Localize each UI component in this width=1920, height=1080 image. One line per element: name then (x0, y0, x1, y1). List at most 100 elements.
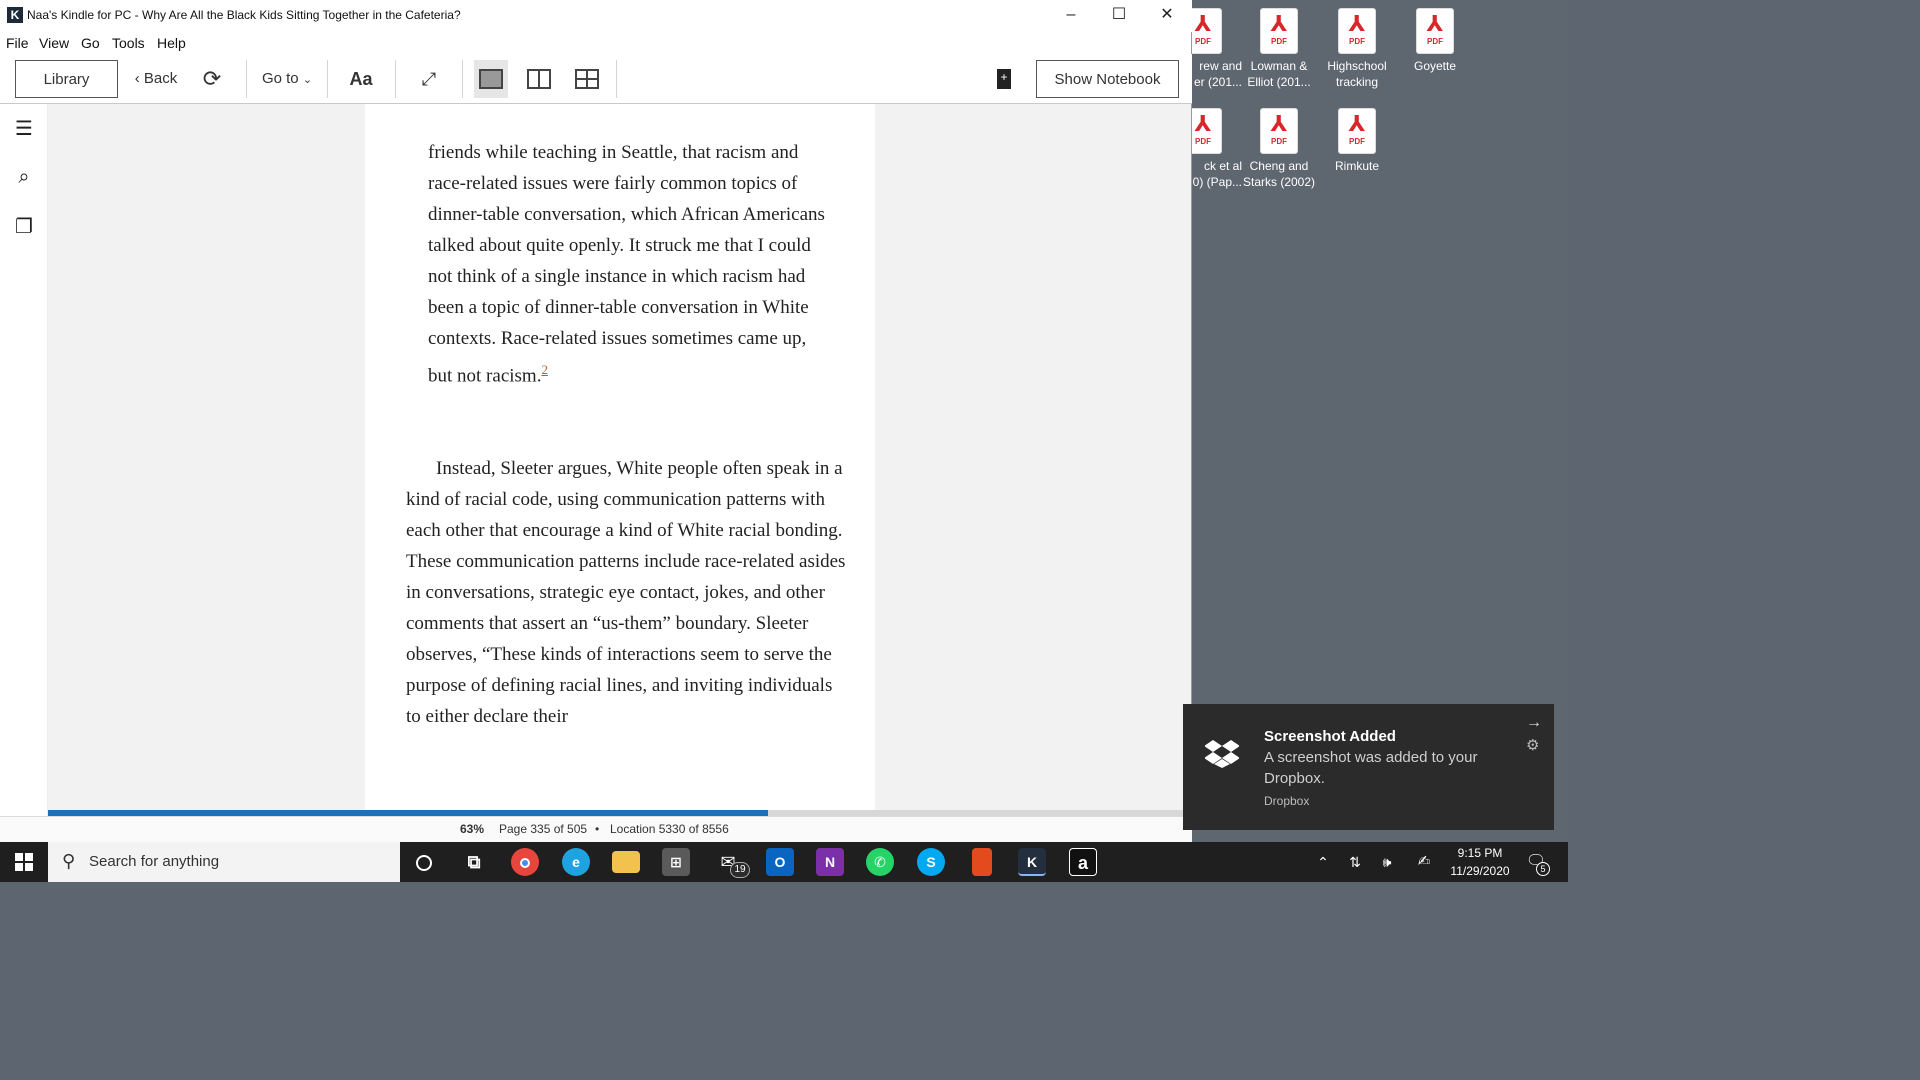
expand-icon: ⤢ (421, 69, 437, 89)
clock-date: 11/29/2020 (1450, 864, 1510, 878)
whatsapp-icon[interactable]: ✆ (866, 848, 894, 876)
office-icon[interactable] (972, 848, 992, 876)
single-column-icon (479, 69, 503, 90)
table-of-contents-icon[interactable]: ☰ (12, 117, 36, 141)
volume-icon[interactable]: 🕪 (1378, 842, 1396, 882)
action-center-icon[interactable]: 🗨 5 (1524, 842, 1550, 882)
pdf-file-icon[interactable]: ⅄ PDF Highschool tracking (1318, 0, 1396, 90)
paragraph-text: Instead, Sleeter argues, White people of… (406, 458, 846, 727)
microsoft-store-icon[interactable]: ⊞ (662, 848, 690, 876)
menu-tools[interactable]: Tools (112, 35, 145, 51)
menu-file[interactable]: File (6, 35, 29, 51)
two-column-icon (527, 69, 551, 90)
search-icon: ⚲ (62, 851, 76, 871)
file-name: Elliot (201... (1247, 75, 1311, 89)
file-explorer-icon[interactable] (612, 851, 640, 873)
back-label: Back (143, 70, 178, 87)
close-button[interactable]: ✕ (1144, 0, 1190, 32)
body-paragraph: Instead, Sleeter argues, White people of… (406, 453, 846, 732)
clock[interactable]: 9:15 PM 11/29/2020 (1444, 842, 1516, 882)
pdf-icon: ⅄ PDF (1338, 108, 1376, 154)
notification-count: 5 (1536, 862, 1550, 876)
go-to-label: Go to (261, 70, 299, 87)
pdf-file-icon[interactable]: ⅄ PDF Goyette (1396, 0, 1474, 74)
minimize-button[interactable]: – (1048, 0, 1094, 32)
file-name: Rimkute (1334, 159, 1379, 173)
pdf-icon: ⅄ PDF (1416, 8, 1454, 54)
search-placeholder: Search for anything (89, 853, 220, 870)
page-info: Page 335 of 505 (499, 822, 588, 836)
progress-percent: 63% (460, 822, 485, 836)
pdf-file-icon[interactable]: ⅄ PDF Lowman & Elliot (201... (1240, 0, 1318, 90)
dropbox-notification[interactable]: Screenshot Added A screenshot was added … (1183, 704, 1554, 830)
block-quote: friends while teaching in Seattle, that … (428, 137, 828, 391)
page-flip-icon (575, 69, 599, 90)
show-notebook-button[interactable]: Show Notebook (1036, 60, 1179, 98)
task-view-icon[interactable]: ⧉ (460, 848, 488, 876)
file-name: tracking (1335, 75, 1379, 89)
amazon-icon[interactable]: a (1069, 848, 1097, 876)
bookmark-button[interactable]: + (992, 60, 1016, 98)
pdf-file-icon[interactable]: ⅄ PDF Rimkute (1318, 100, 1396, 174)
file-name: Starks (2002) (1242, 175, 1316, 189)
menu-bar: File View Go Tools Help (0, 32, 1192, 54)
single-column-button[interactable] (474, 60, 508, 98)
library-button[interactable]: Library (15, 60, 118, 98)
onenote-icon[interactable]: N (816, 848, 844, 876)
settings-gear-icon[interactable]: ⚙ (1526, 736, 1539, 754)
network-icon[interactable]: ⇅ (1346, 842, 1364, 882)
sync-button[interactable]: ⟳ (198, 60, 226, 98)
search-icon[interactable]: ⌕ (12, 165, 36, 189)
font-settings-button[interactable]: Aa (343, 60, 379, 98)
bookmark-icon: + (997, 69, 1011, 90)
kindle-window: K Naa's Kindle for PC - Why Are All the … (0, 0, 1192, 842)
toolbar: Library ‹ Back ⟳ Go to ⌄ Aa ⤢ + Show Not… (0, 54, 1192, 104)
kindle-taskbar-icon[interactable]: K (1018, 848, 1046, 876)
start-button[interactable] (0, 842, 48, 882)
pdf-icon: ⅄ PDF (1260, 108, 1298, 154)
clock-time: 9:15 PM (1457, 846, 1503, 860)
status-separator: • (595, 822, 600, 836)
file-name: Goyette (1413, 59, 1457, 73)
windows-logo-icon (15, 853, 33, 871)
pdf-icon: ⅄ PDF (1260, 8, 1298, 54)
toast-source: Dropbox (1264, 794, 1310, 808)
quote-text: friends while teaching in Seattle, that … (428, 142, 825, 387)
footnote-link[interactable]: 2 (541, 362, 548, 377)
menu-help[interactable]: Help (157, 35, 186, 51)
menu-view[interactable]: View (39, 35, 69, 51)
go-to-button[interactable]: Go to ⌄ (254, 60, 320, 98)
flashcards-icon[interactable]: ❐ (12, 215, 36, 239)
taskbar-search[interactable]: ⚲ Search for anything (48, 842, 400, 882)
window-title: Naa's Kindle for PC - Why Are All the Bl… (27, 8, 461, 22)
cortana-icon[interactable] (410, 848, 438, 876)
file-name: Highschool (1327, 59, 1387, 73)
mail-badge: 19 (730, 862, 750, 878)
pdf-file-icon[interactable]: ⅄ PDF Cheng and Starks (2002) (1240, 100, 1318, 190)
two-column-button[interactable] (522, 60, 556, 98)
taskbar: ⚲ Search for anything ⧉ e ⊞ ✉ 19 O N ✆ S… (0, 842, 1568, 882)
menu-go[interactable]: Go (81, 35, 100, 51)
title-bar[interactable]: K Naa's Kindle for PC - Why Are All the … (0, 0, 1192, 32)
chevron-down-icon: ⌄ (302, 74, 313, 86)
skype-icon[interactable]: S (917, 848, 945, 876)
show-hidden-icons[interactable]: ⌃ (1314, 842, 1332, 882)
separator (327, 60, 328, 98)
outlook-icon[interactable]: O (766, 848, 794, 876)
full-screen-button[interactable]: ⤢ (414, 60, 444, 98)
chrome-icon[interactable] (511, 848, 539, 876)
toast-body: A screenshot was added to your Dropbox. (1264, 749, 1478, 787)
open-arrow-icon[interactable]: → (1526, 714, 1542, 732)
book-page[interactable]: friends while teaching in Seattle, that … (365, 104, 875, 810)
edge-icon[interactable]: e (562, 848, 590, 876)
separator (616, 60, 617, 98)
dropbox-icon (1204, 738, 1240, 768)
back-button[interactable]: ‹ Back (128, 60, 184, 98)
file-name: Lowman & (1250, 59, 1308, 73)
kindle-logo-icon: K (7, 7, 23, 23)
page-flip-button[interactable] (570, 60, 604, 98)
pen-icon[interactable]: ✍ (1414, 842, 1434, 882)
maximize-button[interactable]: ☐ (1096, 0, 1142, 32)
pdf-icon: ⅄ PDF (1338, 8, 1376, 54)
mail-icon[interactable]: ✉ 19 (714, 848, 750, 878)
